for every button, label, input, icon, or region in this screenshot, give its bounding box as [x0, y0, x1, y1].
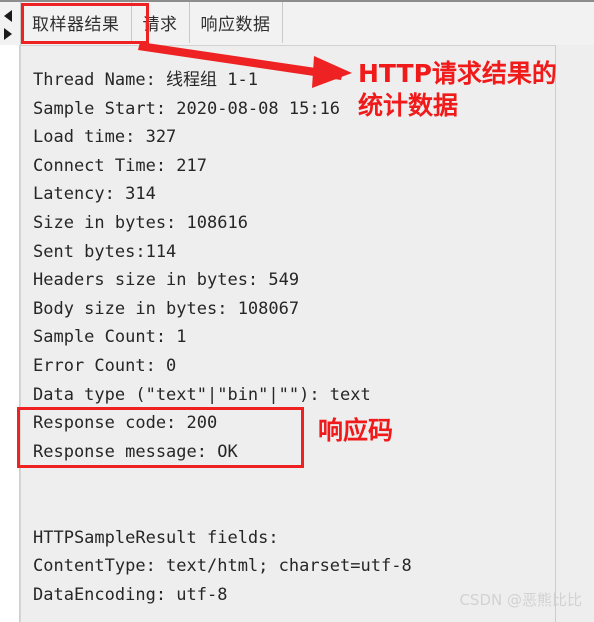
left-gutter: [0, 45, 20, 622]
tab-bar: 取样器结果 请求 响应数据: [0, 0, 594, 45]
triangle-left-icon[interactable]: [4, 10, 12, 22]
tab-list: 取样器结果 请求 响应数据: [21, 2, 283, 45]
tab-request[interactable]: 请求: [131, 2, 190, 43]
tab-sampler-result[interactable]: 取样器结果: [21, 2, 132, 43]
result-content-area[interactable]: Thread Name: 线程组 1-1 Sample Start: 2020-…: [20, 45, 555, 622]
csdn-watermark: CSDN @恶熊比比: [459, 591, 582, 609]
sampler-result-text: Thread Name: 线程组 1-1 Sample Start: 2020-…: [33, 70, 412, 605]
tab-response-data[interactable]: 响应数据: [189, 2, 283, 43]
tab-scroll-buttons[interactable]: [0, 2, 21, 45]
sampler-result-panel: 取样器结果 请求 响应数据 Thread Name: 线程组 1-1 Sampl…: [0, 0, 594, 622]
triangle-right-icon[interactable]: [4, 28, 12, 40]
right-margin-strip: [555, 45, 594, 622]
